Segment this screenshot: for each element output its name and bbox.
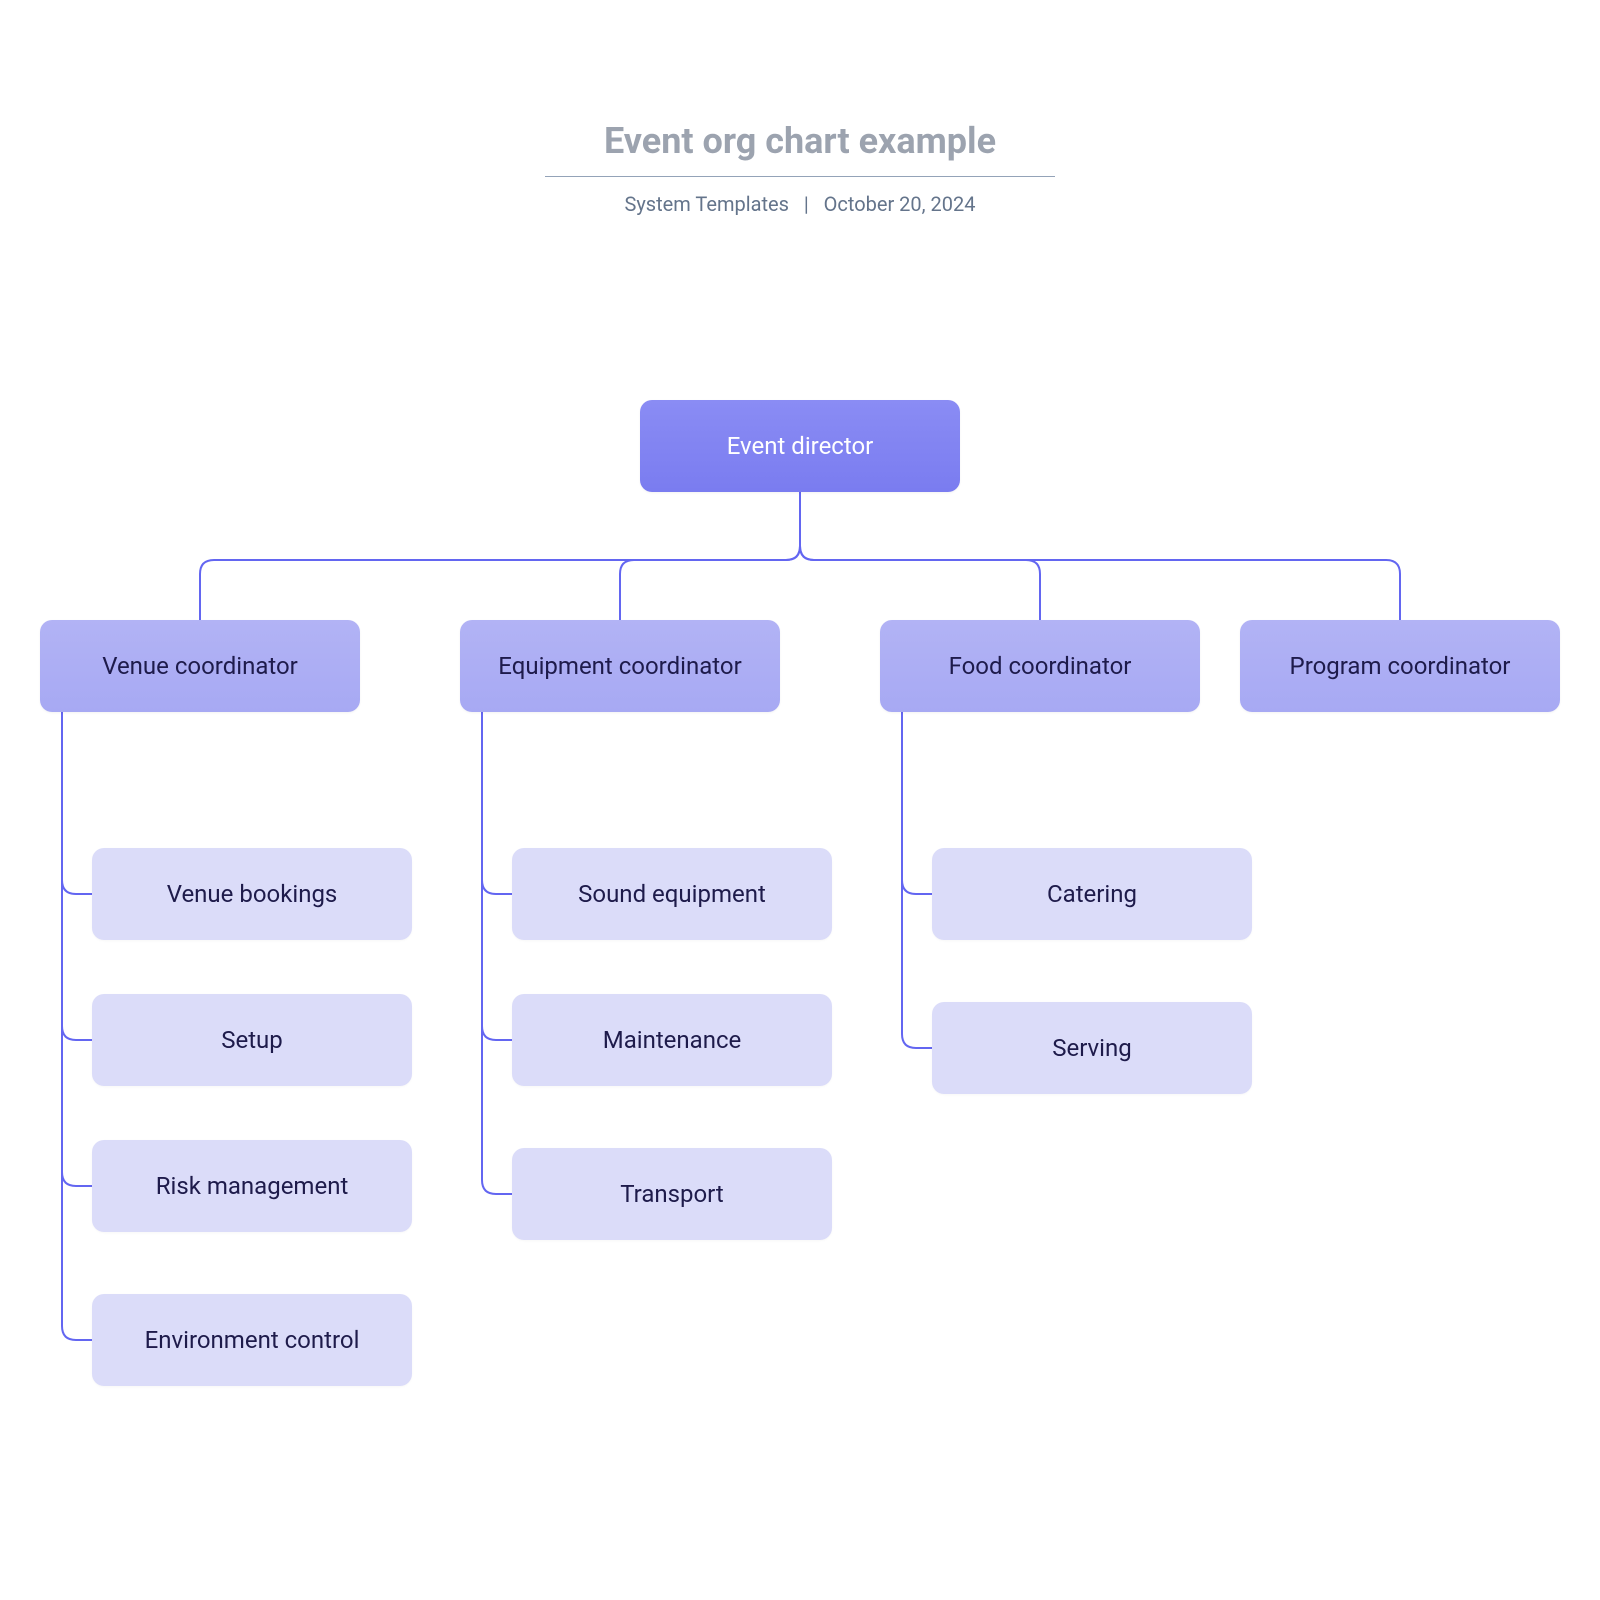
org-node-root[interactable]: Event director [640,400,960,492]
diagram-canvas: Event org chart example System Templates… [0,0,1600,1600]
page-title: Event org chart example [0,120,1600,162]
org-node-leaf[interactable]: Maintenance [512,994,832,1086]
org-node-label: Event director [727,432,874,460]
org-node-label: Risk management [156,1172,349,1200]
org-node-label: Food coordinator [949,652,1132,680]
org-node-label: Equipment coordinator [498,652,741,680]
org-node-label: Venue bookings [167,880,338,908]
org-node-label: Environment control [145,1326,360,1354]
org-node-leaf[interactable]: Environment control [92,1294,412,1386]
org-node-branch-food[interactable]: Food coordinator [880,620,1200,712]
org-node-label: Sound equipment [578,880,766,908]
org-node-label: Maintenance [603,1026,742,1054]
subtitle-date: October 20, 2024 [824,192,976,216]
org-node-leaf[interactable]: Risk management [92,1140,412,1232]
org-node-leaf[interactable]: Catering [932,848,1252,940]
org-node-branch-venue[interactable]: Venue coordinator [40,620,360,712]
title-underline [545,176,1055,177]
org-node-leaf[interactable]: Setup [92,994,412,1086]
org-node-branch-equipment[interactable]: Equipment coordinator [460,620,780,712]
org-node-leaf[interactable]: Sound equipment [512,848,832,940]
org-node-label: Serving [1052,1034,1132,1062]
org-node-leaf[interactable]: Serving [932,1002,1252,1094]
page-subtitle: System Templates | October 20, 2024 [0,192,1600,216]
org-node-label: Transport [620,1180,724,1208]
org-node-label: Catering [1047,880,1137,908]
org-node-leaf[interactable]: Venue bookings [92,848,412,940]
org-node-label: Venue coordinator [102,652,298,680]
org-node-branch-program[interactable]: Program coordinator [1240,620,1560,712]
org-node-leaf[interactable]: Transport [512,1148,832,1240]
subtitle-separator: | [804,192,809,216]
subtitle-source: System Templates [624,192,788,216]
org-node-label: Program coordinator [1290,652,1511,680]
org-node-label: Setup [221,1026,283,1054]
